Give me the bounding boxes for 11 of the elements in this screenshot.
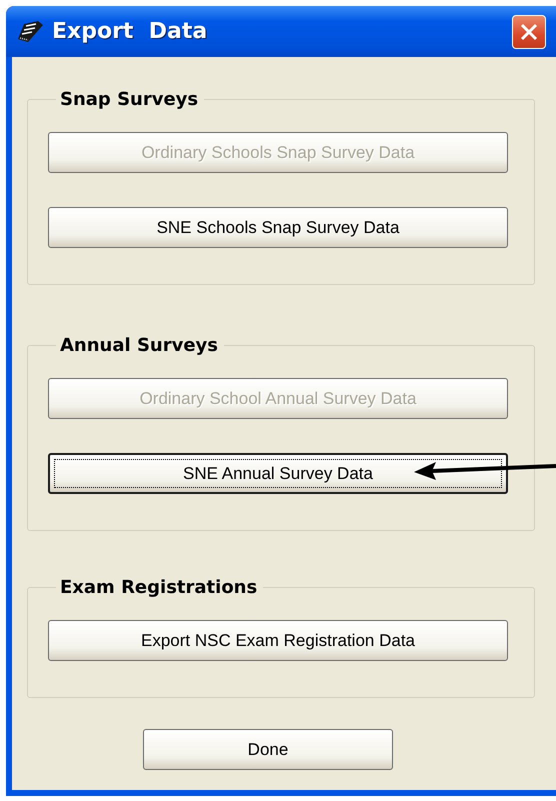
- group-title: Exam Registrations: [59, 577, 258, 598]
- group-title: Snap Surveys: [59, 89, 200, 110]
- printer-icon: [16, 20, 44, 44]
- close-button[interactable]: [512, 14, 546, 48]
- done-button[interactable]: Done: [143, 729, 393, 770]
- export-button[interactable]: SNE Schools Snap Survey Data: [48, 207, 508, 248]
- window-title: Export Data: [52, 19, 208, 44]
- export-button[interactable]: Export NSC Exam Registration Data: [48, 620, 508, 661]
- export-button[interactable]: SNE Annual Survey Data: [48, 453, 508, 494]
- close-icon: [519, 22, 539, 42]
- group-title: Annual Surveys: [59, 335, 220, 356]
